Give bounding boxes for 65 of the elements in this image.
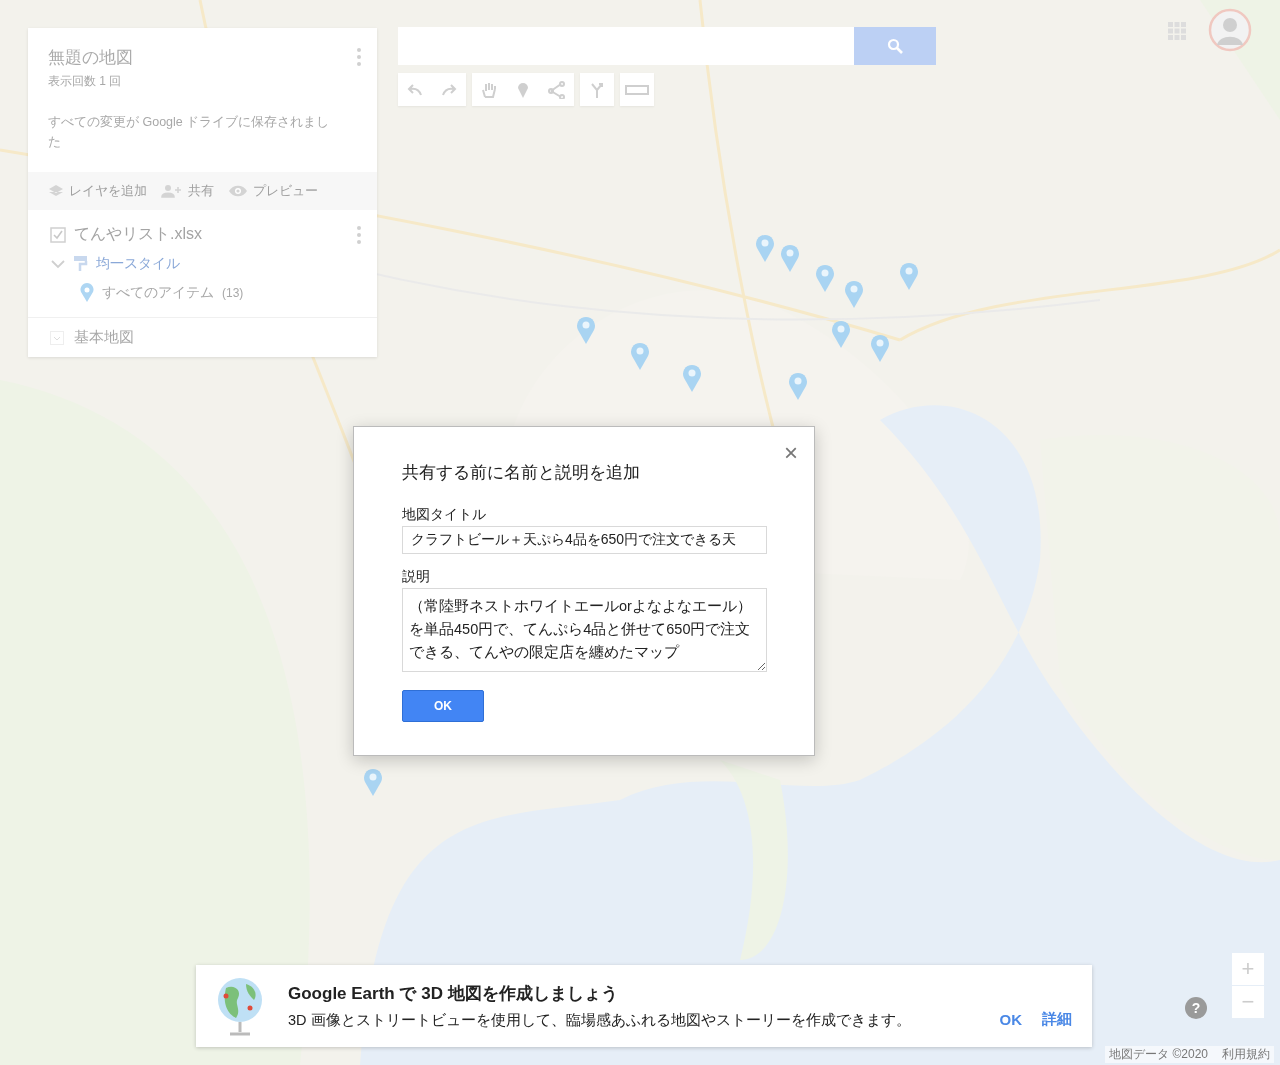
route-icon — [590, 80, 604, 99]
toolbar-button[interactable] — [432, 73, 466, 106]
save-status: すべての変更が Google ドライブに保存されました — [48, 114, 331, 151]
dialog-title: 共有する前に名前と説明を追加 — [402, 462, 641, 484]
redo-icon — [441, 83, 457, 96]
map-marker-icon[interactable] — [831, 319, 851, 349]
panel-action-link[interactable]: 共有 — [188, 182, 214, 200]
map-marker-icon[interactable] — [780, 243, 800, 273]
zoom-in-button[interactable]: + — [1232, 953, 1264, 985]
pin-icon — [80, 283, 94, 303]
marker-icon — [517, 80, 529, 99]
map-marker-icon[interactable] — [363, 767, 383, 797]
text-area[interactable]: （常陸野ネストホワイトエールorよなよなエール）を単品450円で、てんぷら4品と併せて650円で注文できる、てんやの限定店を纏めたマップ — [402, 588, 767, 672]
banner-link[interactable]: 詳細 — [1042, 1009, 1072, 1029]
hand-icon — [481, 80, 497, 99]
layers-icon — [48, 184, 64, 198]
toolbar-button[interactable] — [398, 73, 432, 106]
banner-text: 3D 画像とストリートビューを使用して、臨場感あふれる地図やストーリーを作成できます。 — [288, 1011, 912, 1030]
map-marker-icon[interactable] — [815, 263, 835, 293]
banner-title: Google Earth で 3D 地図を作成しましょう — [288, 983, 619, 1005]
map-marker-icon[interactable] — [899, 261, 919, 291]
items-count: (13) — [222, 286, 244, 300]
items-label[interactable]: すべてのアイテム — [102, 284, 214, 302]
input-field[interactable]: クラフトビール＋天ぷら4品を650円で注文できる天 — [402, 526, 767, 554]
line-icon — [548, 80, 566, 99]
search-icon — [887, 38, 903, 54]
map-data-credit: 地図データ ©2020 — [1109, 1046, 1208, 1063]
paint-roller-icon — [74, 256, 88, 272]
banner-link[interactable]: OK — [999, 1010, 1022, 1028]
ruler-icon — [625, 83, 649, 96]
map-marker-icon[interactable] — [870, 333, 890, 363]
view-count: 表示回数 1 回 — [48, 73, 123, 90]
toolbar-button[interactable] — [472, 73, 506, 106]
undo-icon — [407, 83, 423, 96]
more-icon[interactable] — [357, 48, 361, 66]
panel-action-link[interactable]: プレビュー — [253, 182, 318, 200]
map-marker-icon[interactable] — [844, 279, 864, 309]
map-marker-icon[interactable] — [630, 341, 650, 371]
more-icon[interactable] — [357, 226, 361, 244]
toolbar-button[interactable] — [620, 73, 654, 106]
zoom-out-button[interactable]: − — [1232, 986, 1264, 1018]
add-person-icon — [161, 184, 183, 198]
close-button[interactable]: × — [784, 441, 798, 465]
search-field[interactable] — [398, 27, 854, 65]
base-map-label[interactable]: 基本地図 — [74, 328, 134, 347]
field-label: 説明 — [402, 568, 431, 586]
expand-icon[interactable] — [50, 330, 64, 345]
chevron-icon[interactable] — [50, 258, 66, 270]
eye-icon — [228, 184, 248, 198]
toolbar-button[interactable] — [540, 73, 574, 106]
ok-button[interactable]: OK — [402, 690, 484, 722]
style-link[interactable]: 均一スタイル — [96, 255, 180, 273]
checkbox[interactable] — [50, 226, 66, 243]
layer-name[interactable]: てんやリスト.xlsx — [74, 224, 202, 245]
map-marker-icon[interactable] — [755, 233, 775, 263]
search-button[interactable] — [854, 27, 936, 65]
map-title[interactable]: 無題の地図 — [48, 46, 357, 69]
panel-action-link[interactable]: レイヤを追加 — [69, 182, 147, 200]
field-label: 地図タイトル — [402, 506, 487, 524]
terms-link[interactable]: 利用規約 — [1222, 1046, 1270, 1063]
toolbar-button[interactable] — [580, 73, 614, 106]
avatar[interactable] — [1208, 8, 1252, 52]
map-marker-icon[interactable] — [788, 371, 808, 401]
map-marker-icon[interactable] — [682, 363, 702, 393]
map-marker-icon[interactable] — [576, 315, 596, 345]
